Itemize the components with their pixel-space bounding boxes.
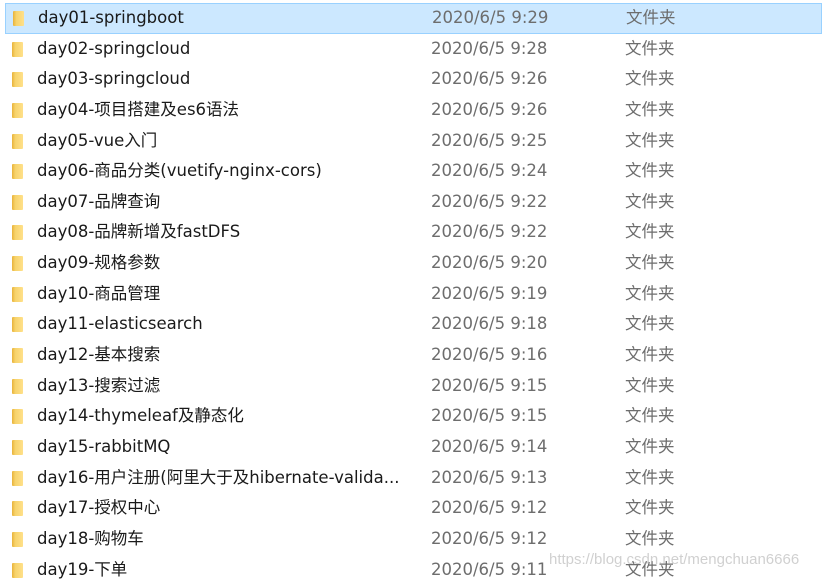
file-row[interactable]: day02-springcloud 2020/6/5 9:28 文件夹 [0,34,822,65]
modified-date: 2020/6/5 9:13 [431,467,548,487]
modified-date: 2020/6/5 9:26 [431,69,548,89]
file-row[interactable]: day06-商品分类(vuetify-nginx-cors) 2020/6/5 … [0,156,822,187]
file-row[interactable]: day15-rabbitMQ 2020/6/5 9:14 文件夹 [0,432,822,463]
file-name: day10-商品管理 [37,283,161,303]
folder-icon [12,562,23,578]
file-type: 文件夹 [625,161,675,181]
file-row[interactable]: day10-商品管理 2020/6/5 9:19 文件夹 [0,279,822,310]
file-type: 文件夹 [625,222,675,242]
file-type: 文件夹 [625,69,675,89]
file-name: day05-vue入门 [37,130,158,150]
file-name: day13-搜索过滤 [37,375,161,395]
folder-icon [12,102,23,118]
file-name: day16-用户注册(阿里大于及hibernate-valida... [37,467,400,487]
file-type: 文件夹 [625,467,675,487]
file-type: 文件夹 [625,345,675,365]
file-name: day02-springcloud [37,38,191,58]
folder-icon [12,286,23,302]
file-row[interactable]: day12-基本搜索 2020/6/5 9:16 文件夹 [0,340,822,371]
file-type: 文件夹 [625,191,675,211]
file-name: day09-规格参数 [37,253,161,273]
modified-date: 2020/6/5 9:26 [431,99,548,119]
folder-icon [12,378,23,394]
file-type: 文件夹 [625,436,675,456]
file-row[interactable]: day07-品牌查询 2020/6/5 9:22 文件夹 [0,187,822,218]
file-type: 文件夹 [625,375,675,395]
file-list: day01-springboot 2020/6/5 9:29 文件夹 day02… [0,3,822,585]
modified-date: 2020/6/5 9:15 [431,375,548,395]
modified-date: 2020/6/5 9:14 [431,436,548,456]
file-type: 文件夹 [625,406,675,426]
modified-date: 2020/6/5 9:25 [431,130,548,150]
file-name: day04-项目搭建及es6语法 [37,99,240,119]
file-row[interactable]: day09-规格参数 2020/6/5 9:20 文件夹 [0,248,822,279]
folder-icon [12,41,23,57]
modified-date: 2020/6/5 9:24 [431,161,548,181]
folder-icon [12,225,23,241]
file-type: 文件夹 [625,99,675,119]
modified-date: 2020/6/5 9:11 [431,559,548,579]
folder-icon [12,256,23,272]
file-type: 文件夹 [626,8,676,27]
folder-icon [12,133,23,149]
modified-date: 2020/6/5 9:29 [432,8,549,27]
folder-icon [12,409,23,425]
file-row[interactable]: day03-springcloud 2020/6/5 9:26 文件夹 [0,64,822,95]
file-row[interactable]: day14-thymeleaf及静态化 2020/6/5 9:15 文件夹 [0,401,822,432]
folder-icon [12,164,23,180]
file-name: day07-品牌查询 [37,191,161,211]
file-type: 文件夹 [625,498,675,518]
file-name: day14-thymeleaf及静态化 [37,406,244,426]
folder-icon [12,501,23,517]
file-row[interactable]: day18-购物车 2020/6/5 9:12 文件夹 [0,524,822,555]
file-type: 文件夹 [625,130,675,150]
file-row[interactable]: day05-vue入门 2020/6/5 9:25 文件夹 [0,126,822,157]
file-name: day17-授权中心 [37,498,161,518]
file-name: day03-springcloud [37,69,191,89]
modified-date: 2020/6/5 9:15 [431,406,548,426]
folder-icon [12,470,23,486]
file-name: day11-elasticsearch [37,314,203,334]
folder-icon [12,348,23,364]
modified-date: 2020/6/5 9:19 [431,283,548,303]
watermark: https://blog.csdn.net/mengchuan6666 [549,551,800,568]
file-name: day12-基本搜索 [37,345,161,365]
folder-icon [12,194,23,210]
modified-date: 2020/6/5 9:22 [431,222,548,242]
file-row[interactable]: day13-搜索过滤 2020/6/5 9:15 文件夹 [0,371,822,402]
file-row[interactable]: day04-项目搭建及es6语法 2020/6/5 9:26 文件夹 [0,95,822,126]
file-row[interactable]: day08-品牌新增及fastDFS 2020/6/5 9:22 文件夹 [0,217,822,248]
folder-icon [12,72,23,88]
file-type: 文件夹 [625,528,675,548]
file-row[interactable]: day11-elasticsearch 2020/6/5 9:18 文件夹 [0,309,822,340]
modified-date: 2020/6/5 9:12 [431,528,548,548]
modified-date: 2020/6/5 9:22 [431,191,548,211]
modified-date: 2020/6/5 9:16 [431,345,548,365]
modified-date: 2020/6/5 9:12 [431,498,548,518]
file-name: day19-下单 [37,559,128,579]
file-name: day01-springboot [38,8,184,27]
file-row[interactable]: day17-授权中心 2020/6/5 9:12 文件夹 [0,493,822,524]
file-row[interactable]: day01-springboot 2020/6/5 9:29 文件夹 [5,3,822,34]
file-type: 文件夹 [625,314,675,334]
file-type: 文件夹 [625,253,675,273]
file-type: 文件夹 [625,38,675,58]
modified-date: 2020/6/5 9:18 [431,314,548,334]
file-type: 文件夹 [625,283,675,303]
folder-icon [12,317,23,333]
file-name: day08-品牌新增及fastDFS [37,222,241,242]
file-name: day15-rabbitMQ [37,436,171,456]
file-row[interactable]: day16-用户注册(阿里大于及hibernate-valida... 2020… [0,463,822,494]
file-name: day06-商品分类(vuetify-nginx-cors) [37,161,322,181]
file-name: day18-购物车 [37,528,144,548]
folder-icon [12,439,23,455]
folder-icon [12,531,23,547]
folder-icon [13,11,24,26]
modified-date: 2020/6/5 9:28 [431,38,548,58]
modified-date: 2020/6/5 9:20 [431,253,548,273]
